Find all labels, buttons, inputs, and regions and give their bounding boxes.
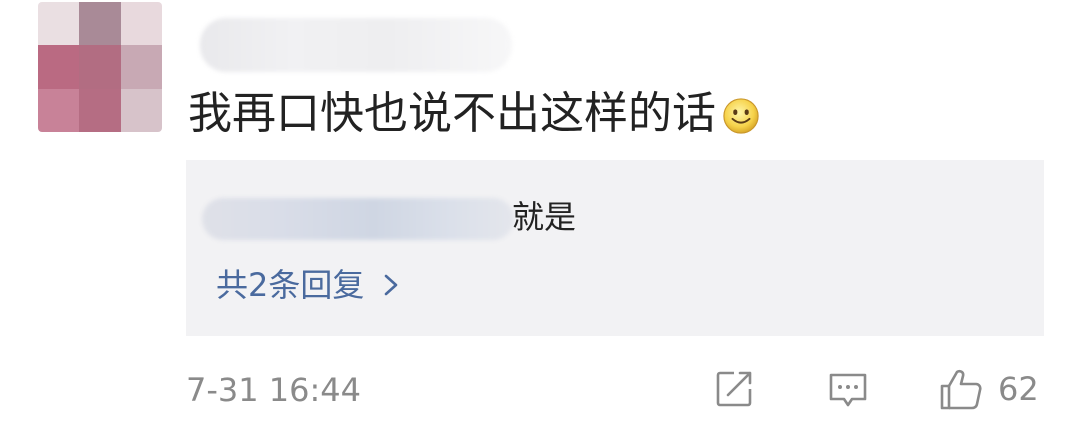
comment-text: 我再口快也说不出这样的话 bbox=[188, 86, 760, 142]
smiley-emoji-icon bbox=[723, 98, 759, 134]
chevron-right-icon bbox=[385, 274, 398, 296]
username-redacted[interactable] bbox=[200, 18, 512, 72]
comment-footer: 7-31 16:44 62 bbox=[186, 364, 1044, 414]
view-replies-link[interactable]: 共2条回复 bbox=[216, 262, 402, 308]
thumbs-up-icon bbox=[940, 369, 982, 410]
comment-icon bbox=[829, 373, 867, 407]
like-button[interactable]: 62 bbox=[938, 364, 1039, 414]
reply-text: 就是 bbox=[512, 198, 577, 236]
timestamp: 7-31 16:44 bbox=[186, 371, 362, 409]
share-icon bbox=[716, 371, 752, 407]
reply-preview[interactable]: 就是 共2条回复 bbox=[186, 160, 1044, 336]
like-count: 62 bbox=[998, 370, 1039, 408]
share-button[interactable] bbox=[712, 364, 756, 414]
comment-item: 我再口快也说不出这样的话 就是 共2条回复 7-31 16:44 62 bbox=[0, 0, 1080, 422]
comment-body: 我再口快也说不出这样的话 bbox=[188, 88, 716, 139]
view-replies-label: 共2条回复 bbox=[216, 266, 365, 304]
reply-username-redacted[interactable] bbox=[202, 198, 514, 240]
reply-button[interactable] bbox=[826, 364, 870, 414]
avatar[interactable] bbox=[38, 2, 162, 132]
